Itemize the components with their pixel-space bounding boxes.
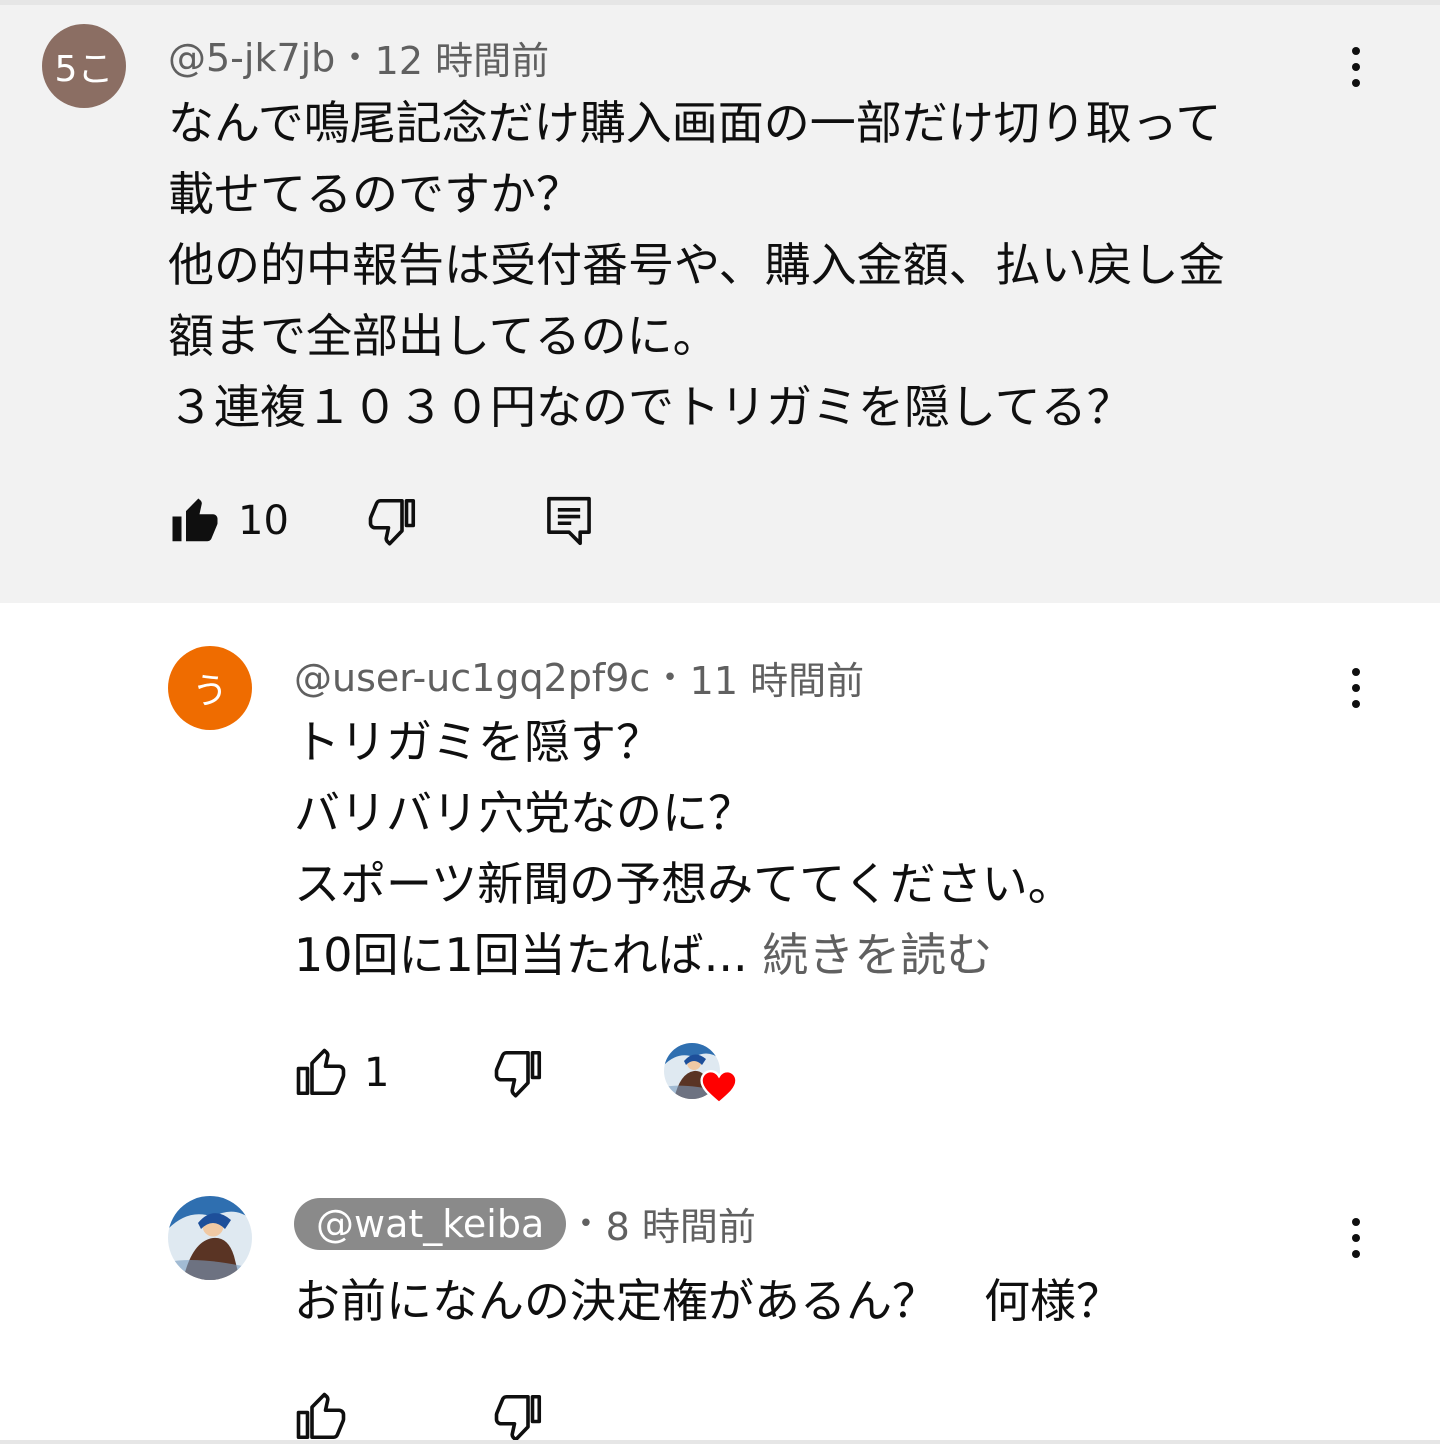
meta-separator: •	[662, 662, 678, 693]
owner-handle-chip[interactable]: @wat_keiba	[294, 1197, 567, 1250]
like-icon[interactable]	[294, 1390, 348, 1444]
comment-line-last: 10回に1回当たれば... 続きを読む	[294, 920, 1074, 991]
like-icon[interactable]	[294, 1046, 348, 1100]
author-handle[interactable]: @5-jk7jb	[168, 36, 335, 80]
comment-line: 載せてるのですか？	[168, 167, 582, 221]
comment-line: バリバリ穴党なのに？	[294, 786, 754, 840]
comment-meta: @wat_keiba • 8 時間前	[294, 1196, 756, 1251]
comment-body: なんで鳴尾記念だけ購入画面の一部だけ切り取って 載せてるのですか？ 他の的中報告…	[168, 88, 1225, 443]
meta-separator: •	[578, 1208, 594, 1239]
avatar-initials: 5こ	[54, 49, 114, 90]
meta-separator: •	[347, 42, 363, 73]
like-count: 10	[238, 498, 289, 544]
read-more-link[interactable]: 続きを読む	[762, 928, 992, 982]
reply-icon[interactable]	[542, 492, 596, 550]
truncated-text: 10回に1回当たれば...	[294, 928, 748, 982]
comment-line: 他の的中報告は受付番号や、購入金額、払い戻し金	[168, 238, 1225, 292]
creator-heart-badge[interactable]	[664, 1043, 738, 1107]
comment-body: トリガミを隠す？ バリバリ穴党なのに？ スポーツ新聞の予想みててください。 10…	[294, 707, 1074, 991]
creator-heart-icon	[700, 1069, 738, 1105]
comment-line: トリガミを隠す？	[294, 715, 662, 769]
comment-line: 額まで全部出してるのに。	[168, 309, 719, 363]
comment-line: なんで鳴尾記念だけ購入画面の一部だけ切り取って	[168, 96, 1222, 150]
more-options-icon[interactable]	[1336, 658, 1376, 718]
dislike-icon[interactable]	[492, 1046, 546, 1100]
avatar[interactable]	[168, 1196, 252, 1280]
more-options-icon[interactable]	[1336, 1208, 1376, 1268]
comment-timestamp[interactable]: 11 時間前	[690, 650, 864, 705]
author-handle[interactable]: @user-uc1gq2pf9c	[294, 656, 650, 700]
comment-body: お前になんの決定権があるん？ 何様？	[294, 1266, 1122, 1337]
comment-meta: @user-uc1gq2pf9c • 11 時間前	[294, 650, 864, 705]
dislike-icon[interactable]	[492, 1390, 546, 1444]
comment-timestamp[interactable]: 12 時間前	[375, 30, 549, 85]
dislike-icon[interactable]	[366, 494, 420, 548]
comment-line: お前になんの決定権があるん？ 何様？	[294, 1274, 1122, 1328]
comment-line: ３連複１０３０円なのでトリガミを隠してる？	[168, 380, 1133, 434]
comment-line: スポーツ新聞の予想みててください。	[294, 857, 1074, 911]
bottom-divider	[0, 1440, 1440, 1444]
comment-meta: @5-jk7jb • 12 時間前	[168, 30, 549, 85]
like-icon[interactable]	[168, 494, 222, 548]
comment-timestamp[interactable]: 8 時間前	[606, 1196, 756, 1251]
avatar[interactable]: う	[168, 646, 252, 730]
like-count: 1	[364, 1050, 390, 1096]
avatar-initials: う	[191, 671, 228, 712]
more-options-icon[interactable]	[1336, 37, 1376, 97]
avatar[interactable]: 5こ	[42, 24, 126, 108]
